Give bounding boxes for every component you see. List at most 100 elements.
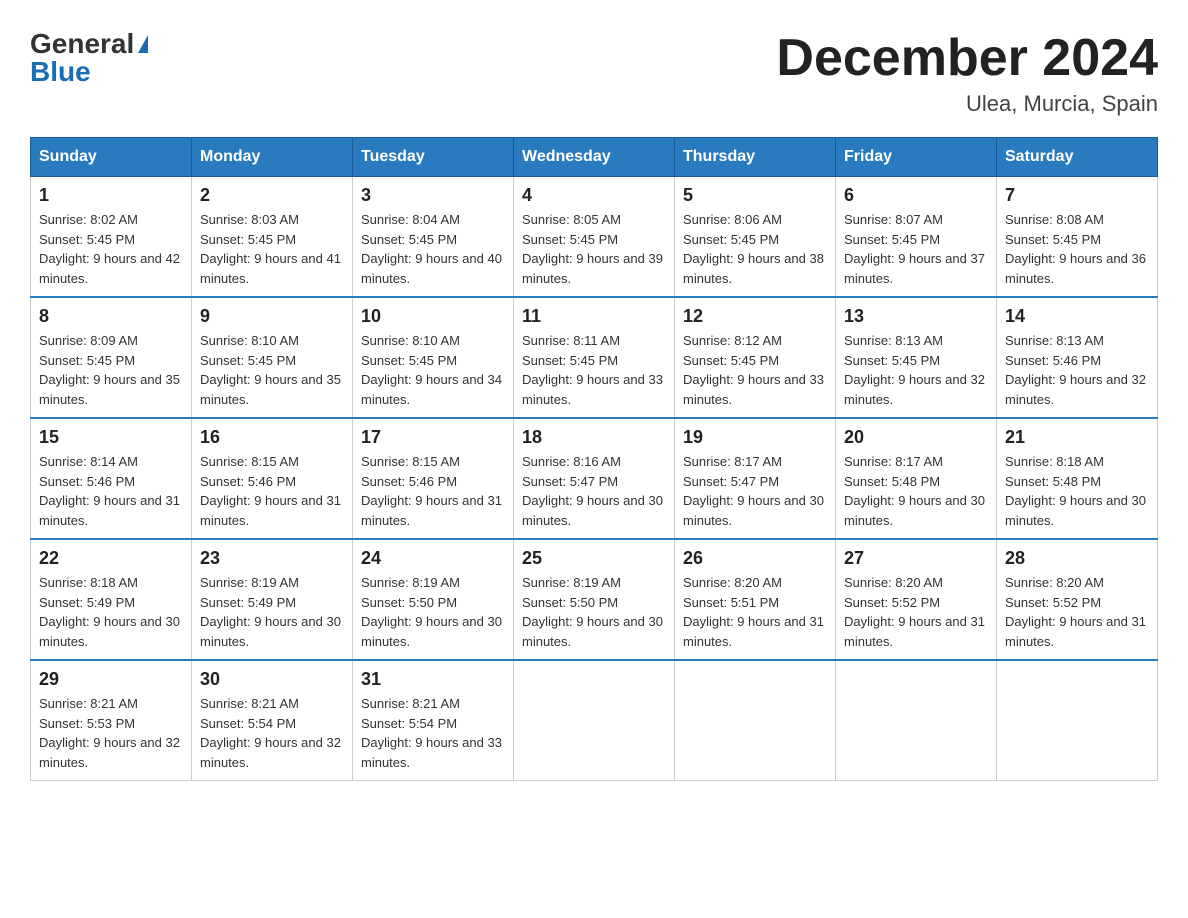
calendar-day-cell: 31 Sunrise: 8:21 AM Sunset: 5:54 PM Dayl… <box>353 660 514 781</box>
sunrise-label: Sunrise: 8:18 AM <box>39 575 138 590</box>
sunrise-label: Sunrise: 8:08 AM <box>1005 212 1104 227</box>
sunset-label: Sunset: 5:51 PM <box>683 595 779 610</box>
header-thursday: Thursday <box>675 138 836 177</box>
sunrise-label: Sunrise: 8:15 AM <box>361 454 460 469</box>
day-info: Sunrise: 8:20 AM Sunset: 5:52 PM Dayligh… <box>844 573 988 651</box>
day-info: Sunrise: 8:19 AM Sunset: 5:49 PM Dayligh… <box>200 573 344 651</box>
daylight-label: Daylight: 9 hours and 32 minutes. <box>200 735 341 770</box>
sunrise-label: Sunrise: 8:03 AM <box>200 212 299 227</box>
daylight-label: Daylight: 9 hours and 30 minutes. <box>1005 493 1146 528</box>
calendar-day-cell: 3 Sunrise: 8:04 AM Sunset: 5:45 PM Dayli… <box>353 177 514 298</box>
daylight-label: Daylight: 9 hours and 32 minutes. <box>39 735 180 770</box>
day-number: 14 <box>1005 306 1149 327</box>
day-number: 18 <box>522 427 666 448</box>
calendar-day-cell: 1 Sunrise: 8:02 AM Sunset: 5:45 PM Dayli… <box>31 177 192 298</box>
day-number: 30 <box>200 669 344 690</box>
daylight-label: Daylight: 9 hours and 37 minutes. <box>844 251 985 286</box>
logo-triangle-icon <box>138 35 148 53</box>
day-info: Sunrise: 8:12 AM Sunset: 5:45 PM Dayligh… <box>683 331 827 409</box>
day-number: 6 <box>844 185 988 206</box>
daylight-label: Daylight: 9 hours and 32 minutes. <box>844 372 985 407</box>
day-info: Sunrise: 8:03 AM Sunset: 5:45 PM Dayligh… <box>200 210 344 288</box>
sunrise-label: Sunrise: 8:17 AM <box>844 454 943 469</box>
calendar-day-cell: 12 Sunrise: 8:12 AM Sunset: 5:45 PM Dayl… <box>675 297 836 418</box>
calendar-day-cell: 27 Sunrise: 8:20 AM Sunset: 5:52 PM Dayl… <box>836 539 997 660</box>
calendar-day-cell: 17 Sunrise: 8:15 AM Sunset: 5:46 PM Dayl… <box>353 418 514 539</box>
sunset-label: Sunset: 5:45 PM <box>361 232 457 247</box>
day-info: Sunrise: 8:10 AM Sunset: 5:45 PM Dayligh… <box>361 331 505 409</box>
calendar-week-row: 22 Sunrise: 8:18 AM Sunset: 5:49 PM Dayl… <box>31 539 1158 660</box>
daylight-label: Daylight: 9 hours and 30 minutes. <box>844 493 985 528</box>
sunrise-label: Sunrise: 8:19 AM <box>200 575 299 590</box>
sunrise-label: Sunrise: 8:02 AM <box>39 212 138 227</box>
day-info: Sunrise: 8:18 AM Sunset: 5:49 PM Dayligh… <box>39 573 183 651</box>
calendar-day-cell: 21 Sunrise: 8:18 AM Sunset: 5:48 PM Dayl… <box>997 418 1158 539</box>
day-number: 9 <box>200 306 344 327</box>
day-number: 10 <box>361 306 505 327</box>
sunset-label: Sunset: 5:45 PM <box>200 353 296 368</box>
page-header: General Blue December 2024 Ulea, Murcia,… <box>30 30 1158 117</box>
sunset-label: Sunset: 5:50 PM <box>522 595 618 610</box>
day-info: Sunrise: 8:11 AM Sunset: 5:45 PM Dayligh… <box>522 331 666 409</box>
day-info: Sunrise: 8:10 AM Sunset: 5:45 PM Dayligh… <box>200 331 344 409</box>
day-number: 22 <box>39 548 183 569</box>
calendar-day-cell: 11 Sunrise: 8:11 AM Sunset: 5:45 PM Dayl… <box>514 297 675 418</box>
calendar-week-row: 8 Sunrise: 8:09 AM Sunset: 5:45 PM Dayli… <box>31 297 1158 418</box>
sunrise-label: Sunrise: 8:05 AM <box>522 212 621 227</box>
day-number: 1 <box>39 185 183 206</box>
day-number: 31 <box>361 669 505 690</box>
calendar-day-cell: 15 Sunrise: 8:14 AM Sunset: 5:46 PM Dayl… <box>31 418 192 539</box>
calendar-day-cell: 28 Sunrise: 8:20 AM Sunset: 5:52 PM Dayl… <box>997 539 1158 660</box>
sunset-label: Sunset: 5:46 PM <box>39 474 135 489</box>
day-number: 29 <box>39 669 183 690</box>
header-friday: Friday <box>836 138 997 177</box>
daylight-label: Daylight: 9 hours and 32 minutes. <box>1005 372 1146 407</box>
sunset-label: Sunset: 5:48 PM <box>1005 474 1101 489</box>
sunrise-label: Sunrise: 8:20 AM <box>1005 575 1104 590</box>
daylight-label: Daylight: 9 hours and 33 minutes. <box>361 735 502 770</box>
sunrise-label: Sunrise: 8:19 AM <box>361 575 460 590</box>
month-title: December 2024 <box>776 30 1158 87</box>
daylight-label: Daylight: 9 hours and 31 minutes. <box>200 493 341 528</box>
sunset-label: Sunset: 5:45 PM <box>522 232 618 247</box>
sunset-label: Sunset: 5:45 PM <box>361 353 457 368</box>
day-info: Sunrise: 8:05 AM Sunset: 5:45 PM Dayligh… <box>522 210 666 288</box>
sunrise-label: Sunrise: 8:13 AM <box>844 333 943 348</box>
daylight-label: Daylight: 9 hours and 31 minutes. <box>844 614 985 649</box>
sunrise-label: Sunrise: 8:13 AM <box>1005 333 1104 348</box>
daylight-label: Daylight: 9 hours and 30 minutes. <box>522 493 663 528</box>
daylight-label: Daylight: 9 hours and 30 minutes. <box>361 614 502 649</box>
sunrise-label: Sunrise: 8:19 AM <box>522 575 621 590</box>
location-text: Ulea, Murcia, Spain <box>776 91 1158 117</box>
day-number: 19 <box>683 427 827 448</box>
sunrise-label: Sunrise: 8:06 AM <box>683 212 782 227</box>
day-number: 25 <box>522 548 666 569</box>
day-number: 24 <box>361 548 505 569</box>
calendar-day-cell: 26 Sunrise: 8:20 AM Sunset: 5:51 PM Dayl… <box>675 539 836 660</box>
sunset-label: Sunset: 5:47 PM <box>683 474 779 489</box>
daylight-label: Daylight: 9 hours and 41 minutes. <box>200 251 341 286</box>
day-info: Sunrise: 8:06 AM Sunset: 5:45 PM Dayligh… <box>683 210 827 288</box>
daylight-label: Daylight: 9 hours and 38 minutes. <box>683 251 824 286</box>
sunset-label: Sunset: 5:45 PM <box>200 232 296 247</box>
day-info: Sunrise: 8:13 AM Sunset: 5:45 PM Dayligh… <box>844 331 988 409</box>
day-info: Sunrise: 8:07 AM Sunset: 5:45 PM Dayligh… <box>844 210 988 288</box>
sunrise-label: Sunrise: 8:21 AM <box>361 696 460 711</box>
header-sunday: Sunday <box>31 138 192 177</box>
daylight-label: Daylight: 9 hours and 39 minutes. <box>522 251 663 286</box>
daylight-label: Daylight: 9 hours and 31 minutes. <box>1005 614 1146 649</box>
sunrise-label: Sunrise: 8:16 AM <box>522 454 621 469</box>
calendar-day-cell: 13 Sunrise: 8:13 AM Sunset: 5:45 PM Dayl… <box>836 297 997 418</box>
day-number: 15 <box>39 427 183 448</box>
day-info: Sunrise: 8:08 AM Sunset: 5:45 PM Dayligh… <box>1005 210 1149 288</box>
day-info: Sunrise: 8:09 AM Sunset: 5:45 PM Dayligh… <box>39 331 183 409</box>
sunrise-label: Sunrise: 8:09 AM <box>39 333 138 348</box>
sunrise-label: Sunrise: 8:10 AM <box>200 333 299 348</box>
calendar-day-cell <box>836 660 997 781</box>
calendar-day-cell: 5 Sunrise: 8:06 AM Sunset: 5:45 PM Dayli… <box>675 177 836 298</box>
sunset-label: Sunset: 5:45 PM <box>683 353 779 368</box>
sunrise-label: Sunrise: 8:07 AM <box>844 212 943 227</box>
day-info: Sunrise: 8:21 AM Sunset: 5:54 PM Dayligh… <box>200 694 344 772</box>
day-number: 13 <box>844 306 988 327</box>
calendar-week-row: 29 Sunrise: 8:21 AM Sunset: 5:53 PM Dayl… <box>31 660 1158 781</box>
